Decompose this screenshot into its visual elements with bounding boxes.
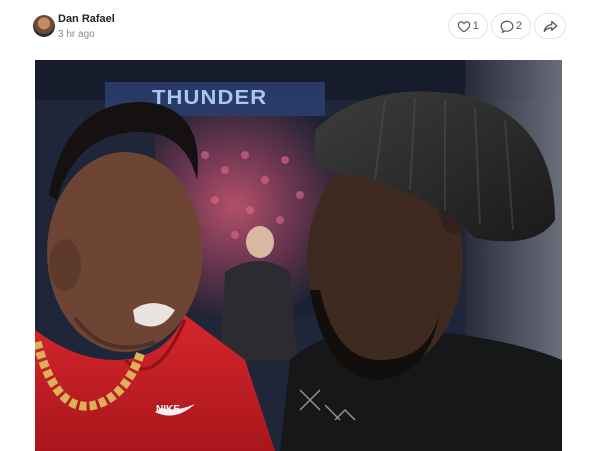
author-avatar[interactable] bbox=[33, 15, 55, 37]
share-arrow-icon bbox=[543, 20, 558, 33]
heart-icon bbox=[457, 20, 471, 33]
comment-button[interactable]: 2 bbox=[490, 13, 531, 39]
comment-bubble-icon bbox=[500, 20, 514, 33]
arena-banner-text: THUNDER bbox=[152, 87, 268, 109]
post-photo[interactable]: NIKE THUNDER bbox=[35, 60, 562, 451]
post-header: Dan Rafael 3 hr ago 1 2 bbox=[0, 0, 600, 58]
like-button[interactable]: 1 bbox=[447, 13, 488, 39]
photo-illustration: NIKE bbox=[35, 60, 562, 451]
share-button[interactable] bbox=[534, 13, 566, 39]
comment-count: 2 bbox=[515, 20, 522, 32]
post-timestamp: 3 hr ago bbox=[58, 29, 95, 40]
shirt-logo-text: NIKE bbox=[156, 404, 180, 415]
like-count: 1 bbox=[472, 20, 479, 32]
author-name[interactable]: Dan Rafael bbox=[58, 13, 115, 25]
post-actions: 1 2 bbox=[447, 13, 566, 39]
